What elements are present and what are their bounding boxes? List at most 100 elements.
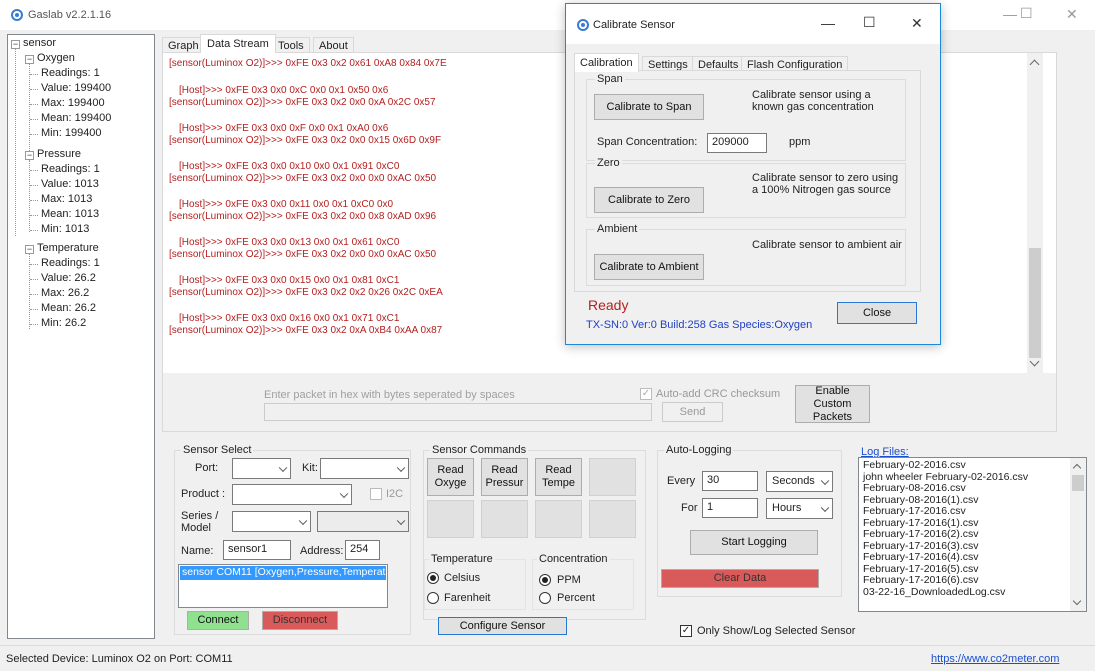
sensor-list[interactable]: sensor COM11 [Oxygen,Pressure,Temperat (178, 564, 388, 608)
tree-item[interactable]: Max: 1013 (41, 193, 92, 205)
every-unit-value: Seconds (772, 475, 815, 487)
close-button[interactable]: Close (837, 302, 917, 324)
list-item[interactable]: February-17-2016.csv (863, 505, 1068, 518)
collapse-icon[interactable]: − (25, 245, 34, 254)
tree-item[interactable]: Mean: 199400 (41, 112, 111, 124)
minimize-icon[interactable]: — (1003, 6, 1017, 22)
packet-input[interactable] (264, 403, 652, 421)
collapse-icon[interactable]: − (11, 40, 20, 49)
farenheit-radio[interactable] (427, 592, 439, 604)
tree-item[interactable]: Max: 26.2 (41, 287, 89, 299)
model-select[interactable] (317, 511, 409, 532)
read-oxygen-button[interactable]: Read Oxyge (427, 458, 474, 496)
list-item[interactable]: February-17-2016(4).csv (863, 551, 1068, 564)
log-file-list[interactable]: February-02-2016.csv john wheeler Februa… (858, 457, 1087, 612)
tree-item[interactable]: Value: 1013 (41, 178, 99, 190)
sensor-tree[interactable]: − sensor − Oxygen Readings: 1 Value: 199… (7, 34, 155, 639)
tab-data-stream[interactable]: Data Stream (200, 34, 276, 53)
list-item[interactable]: sensor COM11 [Oxygen,Pressure,Temperat (180, 566, 386, 580)
stream-line: [sensor(Luminox O2)]>>> 0xFE 0x3 0x2 0x0… (169, 135, 442, 146)
read-temperature-button[interactable]: Read Tempe (535, 458, 582, 496)
span-description: Calibrate sensor using a known gas conce… (752, 89, 874, 113)
clear-data-button[interactable]: Clear Data (661, 569, 819, 588)
scroll-up-icon[interactable] (1072, 463, 1082, 473)
tree-item[interactable]: Readings: 1 (41, 67, 100, 79)
tree-group-oxygen[interactable]: Oxygen (37, 52, 75, 64)
tree-item[interactable]: Min: 199400 (41, 127, 102, 139)
close-icon[interactable]: ✕ (911, 15, 923, 32)
span-concentration-input[interactable]: 209000 (707, 133, 767, 153)
dialog-status: Ready (588, 297, 629, 313)
for-input[interactable]: 1 (702, 498, 758, 518)
only-show-checkbox[interactable]: ✓ (680, 625, 692, 637)
command-slot[interactable] (535, 500, 582, 538)
collapse-icon[interactable]: − (25, 55, 34, 64)
tab-calibration[interactable]: Calibration (574, 53, 639, 72)
concentration-title: Concentration (537, 553, 610, 565)
command-slot[interactable] (427, 500, 474, 538)
calibrate-ambient-button[interactable]: Calibrate to Ambient (594, 254, 704, 280)
scroll-up-icon[interactable] (1029, 59, 1040, 70)
tree-root[interactable]: sensor (23, 37, 56, 49)
ppm-radio[interactable] (539, 574, 551, 586)
tree-item[interactable]: Readings: 1 (41, 163, 100, 175)
calibrate-span-button[interactable]: Calibrate to Span (594, 94, 704, 120)
send-button[interactable]: Send (662, 402, 723, 422)
stream-scrollbar[interactable] (1027, 53, 1043, 373)
tree-item[interactable]: Readings: 1 (41, 257, 100, 269)
kit-select[interactable] (320, 458, 409, 479)
scroll-thumb[interactable] (1029, 248, 1041, 358)
maximize-icon[interactable]: ☐ (1020, 5, 1033, 22)
tree-item[interactable]: Value: 26.2 (41, 272, 96, 284)
collapse-icon[interactable]: − (25, 151, 34, 160)
command-slot[interactable] (589, 458, 636, 496)
product-select[interactable] (232, 484, 352, 505)
percent-radio[interactable] (539, 592, 551, 604)
address-input[interactable]: 254 (345, 540, 380, 560)
port-label: Port: (195, 462, 219, 474)
minimize-icon[interactable]: — (821, 15, 835, 31)
disconnect-button[interactable]: Disconnect (262, 611, 338, 630)
i2c-checkbox[interactable] (370, 488, 382, 500)
for-unit-value: Hours (772, 502, 802, 514)
for-unit-select[interactable]: Hours (766, 498, 833, 519)
tree-item[interactable]: Min: 1013 (41, 223, 89, 235)
maximize-icon[interactable]: ☐ (863, 14, 876, 31)
enable-custom-packets-button[interactable]: Enable Custom Packets (795, 385, 870, 423)
crc-checkbox[interactable]: ✓ (640, 388, 652, 400)
tree-item[interactable]: Min: 26.2 (41, 317, 86, 329)
tree-item[interactable]: Max: 199400 (41, 97, 105, 109)
app-icon (576, 18, 590, 32)
scroll-down-icon[interactable] (1029, 356, 1040, 367)
command-slot[interactable] (481, 500, 528, 538)
every-unit-select[interactable]: Seconds (766, 471, 833, 492)
configure-sensor-button[interactable]: Configure Sensor (438, 617, 567, 635)
list-item[interactable]: February-17-2016(6).csv (863, 574, 1068, 587)
list-item[interactable]: February-08-2016.csv (863, 482, 1068, 495)
tree-group-pressure[interactable]: Pressure (37, 148, 81, 160)
port-select[interactable] (232, 458, 291, 479)
start-logging-button[interactable]: Start Logging (690, 530, 818, 555)
celsius-radio[interactable] (427, 572, 439, 584)
product-label: Product : (181, 488, 226, 500)
scroll-thumb[interactable] (1072, 475, 1084, 491)
every-input[interactable]: 30 (702, 471, 758, 491)
list-item[interactable]: February-02-2016.csv (863, 459, 1068, 472)
tree-item[interactable]: Value: 199400 (41, 82, 111, 94)
scroll-down-icon[interactable] (1072, 596, 1082, 606)
series-select[interactable] (232, 511, 311, 532)
close-icon[interactable]: ✕ (1066, 6, 1078, 23)
tree-group-temperature[interactable]: Temperature (37, 242, 99, 254)
kit-label: Kit: (302, 462, 318, 474)
list-item[interactable]: 03-22-16_DownloadedLog.csv (863, 586, 1068, 599)
calibrate-zero-button[interactable]: Calibrate to Zero (594, 187, 704, 213)
command-slot[interactable] (589, 500, 636, 538)
website-link[interactable]: https://www.co2meter.com (931, 653, 1059, 665)
tree-item[interactable]: Mean: 26.2 (41, 302, 96, 314)
log-scrollbar[interactable] (1070, 458, 1086, 611)
tree-item[interactable]: Mean: 1013 (41, 208, 99, 220)
list-item[interactable]: February-17-2016(2).csv (863, 528, 1068, 541)
connect-button[interactable]: Connect (187, 611, 249, 630)
name-input[interactable]: sensor1 (223, 540, 291, 560)
read-pressure-button[interactable]: Read Pressur (481, 458, 528, 496)
